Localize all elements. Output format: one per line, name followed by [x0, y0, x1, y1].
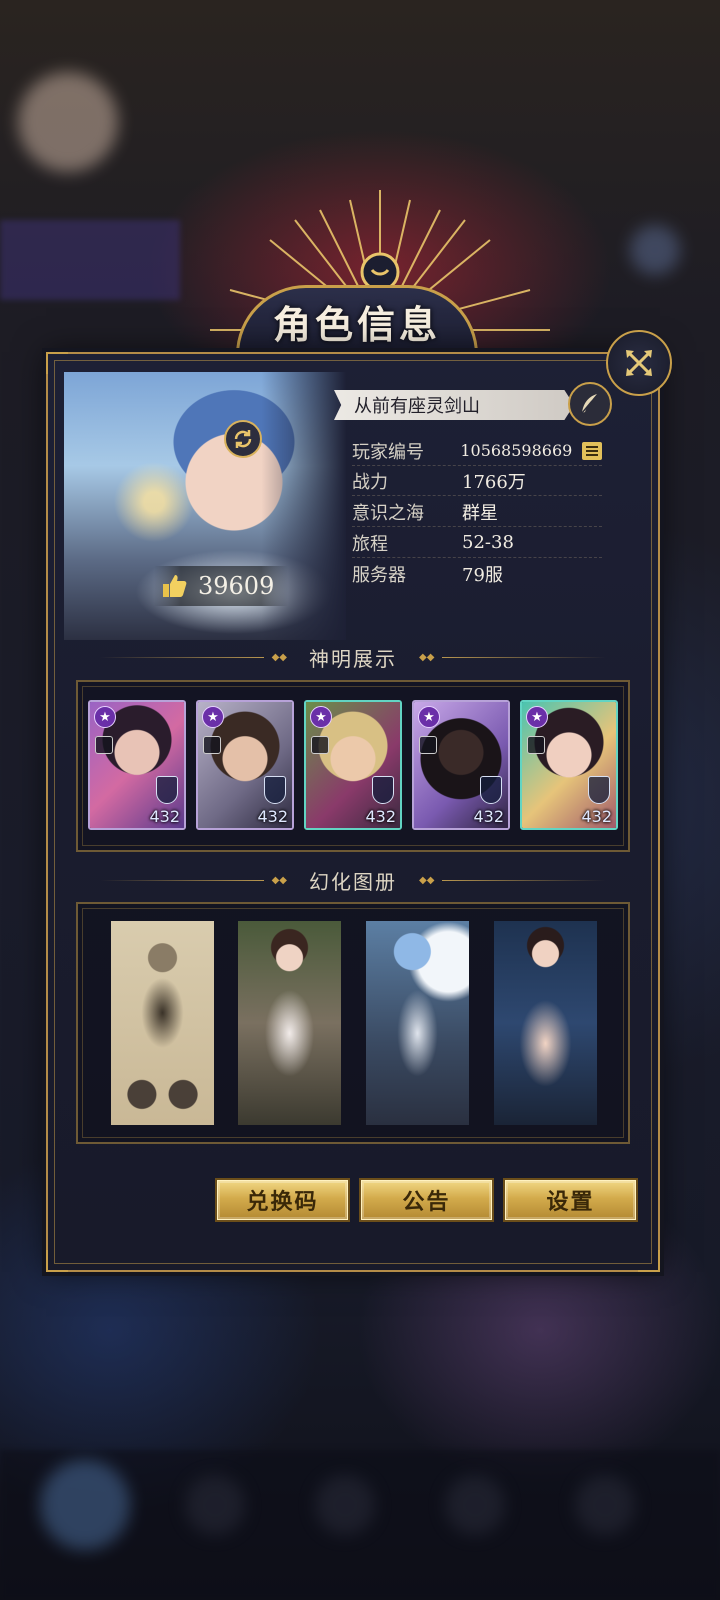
likes-counter[interactable]: 39609	[154, 566, 289, 606]
god-card[interactable]: ★ 432	[520, 700, 618, 830]
corner-ornament	[638, 1250, 660, 1272]
info-label: 意识之海	[352, 502, 424, 524]
god-level: 432	[581, 807, 612, 826]
player-name-tag: 从前有座灵剑山	[334, 390, 574, 420]
info-label: 玩家编号	[352, 441, 424, 463]
class-icon	[419, 736, 437, 754]
background-orb	[630, 225, 680, 275]
star-icon: ★	[310, 706, 332, 728]
refresh-icon	[234, 430, 252, 448]
background-nav-icon-2	[185, 1475, 245, 1535]
background-nav-icon-5	[575, 1475, 635, 1535]
thumbs-up-icon	[163, 575, 187, 597]
button-label: 公告	[402, 1189, 451, 1215]
background-banner	[0, 220, 180, 300]
section-title-skins: ◆◆ 幻化图册 ◆◆	[100, 865, 606, 895]
skin-thumbnail[interactable]	[111, 921, 214, 1125]
god-level: 432	[473, 807, 504, 826]
settings-button[interactable]: 设置	[505, 1180, 636, 1220]
skin-thumbnail[interactable]	[494, 921, 597, 1125]
divider	[100, 656, 264, 658]
class-icon	[527, 736, 545, 754]
section-heading: 幻化图册	[309, 869, 397, 894]
skin-thumbnail[interactable]	[238, 921, 341, 1125]
background-nav-icon-4	[445, 1475, 505, 1535]
star-icon: ★	[418, 706, 440, 728]
info-row-journey: 旅程 52-38	[352, 528, 602, 558]
info-label: 服务器	[352, 565, 406, 586]
god-card[interactable]: ★ 432	[304, 700, 402, 830]
corner-ornament	[46, 352, 68, 374]
shield-icon	[372, 776, 394, 804]
button-label: 兑换码	[246, 1189, 319, 1215]
class-icon	[311, 736, 329, 754]
change-avatar-button[interactable]	[224, 420, 262, 458]
notice-button[interactable]: 公告	[361, 1180, 492, 1220]
background-avatar	[18, 72, 118, 172]
page-title: 角色信息	[272, 302, 441, 347]
shield-icon	[156, 776, 178, 804]
info-row-sea: 意识之海 群星	[352, 497, 602, 527]
player-name: 从前有座灵剑山	[354, 396, 480, 417]
god-card[interactable]: ★ 432	[196, 700, 294, 830]
divider	[100, 879, 264, 881]
copy-icon[interactable]	[582, 441, 602, 460]
star-icon: ★	[202, 706, 224, 728]
section-heading: 神明展示	[309, 646, 397, 671]
star-icon: ★	[94, 706, 116, 728]
skin-thumbnail[interactable]	[366, 921, 469, 1125]
divider	[442, 656, 606, 658]
star-icon: ★	[526, 706, 548, 728]
background-home-icon	[40, 1460, 130, 1550]
shield-icon	[264, 776, 286, 804]
diamond-icon: ◆◆	[419, 874, 435, 886]
likes-count: 39609	[198, 572, 275, 600]
info-row-player-id: 玩家编号 10568598669	[352, 436, 602, 466]
god-card[interactable]: ★ 432	[88, 700, 186, 830]
god-level: 432	[365, 807, 396, 826]
info-row-server: 服务器 79服	[352, 559, 602, 589]
shield-icon	[480, 776, 502, 804]
shield-icon	[588, 776, 610, 804]
god-level: 432	[257, 807, 288, 826]
class-icon	[95, 736, 113, 754]
redeem-code-button[interactable]: 兑换码	[217, 1180, 348, 1220]
info-value: 52-38	[462, 532, 514, 553]
divider	[442, 879, 606, 881]
diamond-icon: ◆◆	[419, 651, 435, 663]
edit-name-button[interactable]	[568, 382, 612, 426]
info-value: 10568598669	[460, 441, 573, 460]
god-card[interactable]: ★ 432	[412, 700, 510, 830]
diamond-icon: ◆◆	[271, 651, 287, 663]
background-nav-icon-3	[315, 1475, 375, 1535]
info-value: 群星	[462, 502, 498, 524]
diamond-icon: ◆◆	[271, 874, 287, 886]
god-level: 432	[149, 807, 180, 826]
feather-icon	[581, 394, 597, 414]
close-icon	[626, 350, 652, 376]
close-button[interactable]	[606, 330, 672, 396]
corner-ornament	[46, 1250, 68, 1272]
info-row-power: 战力 1766万	[352, 466, 602, 496]
info-label: 战力	[352, 471, 388, 493]
title-plate: 角色信息	[236, 285, 478, 355]
section-title-gods: ◆◆ 神明展示 ◆◆	[100, 642, 606, 672]
class-icon	[203, 736, 221, 754]
info-value: 1766万	[462, 471, 526, 493]
info-label: 旅程	[352, 533, 388, 555]
button-label: 设置	[546, 1189, 595, 1215]
info-value: 79服	[462, 565, 503, 586]
